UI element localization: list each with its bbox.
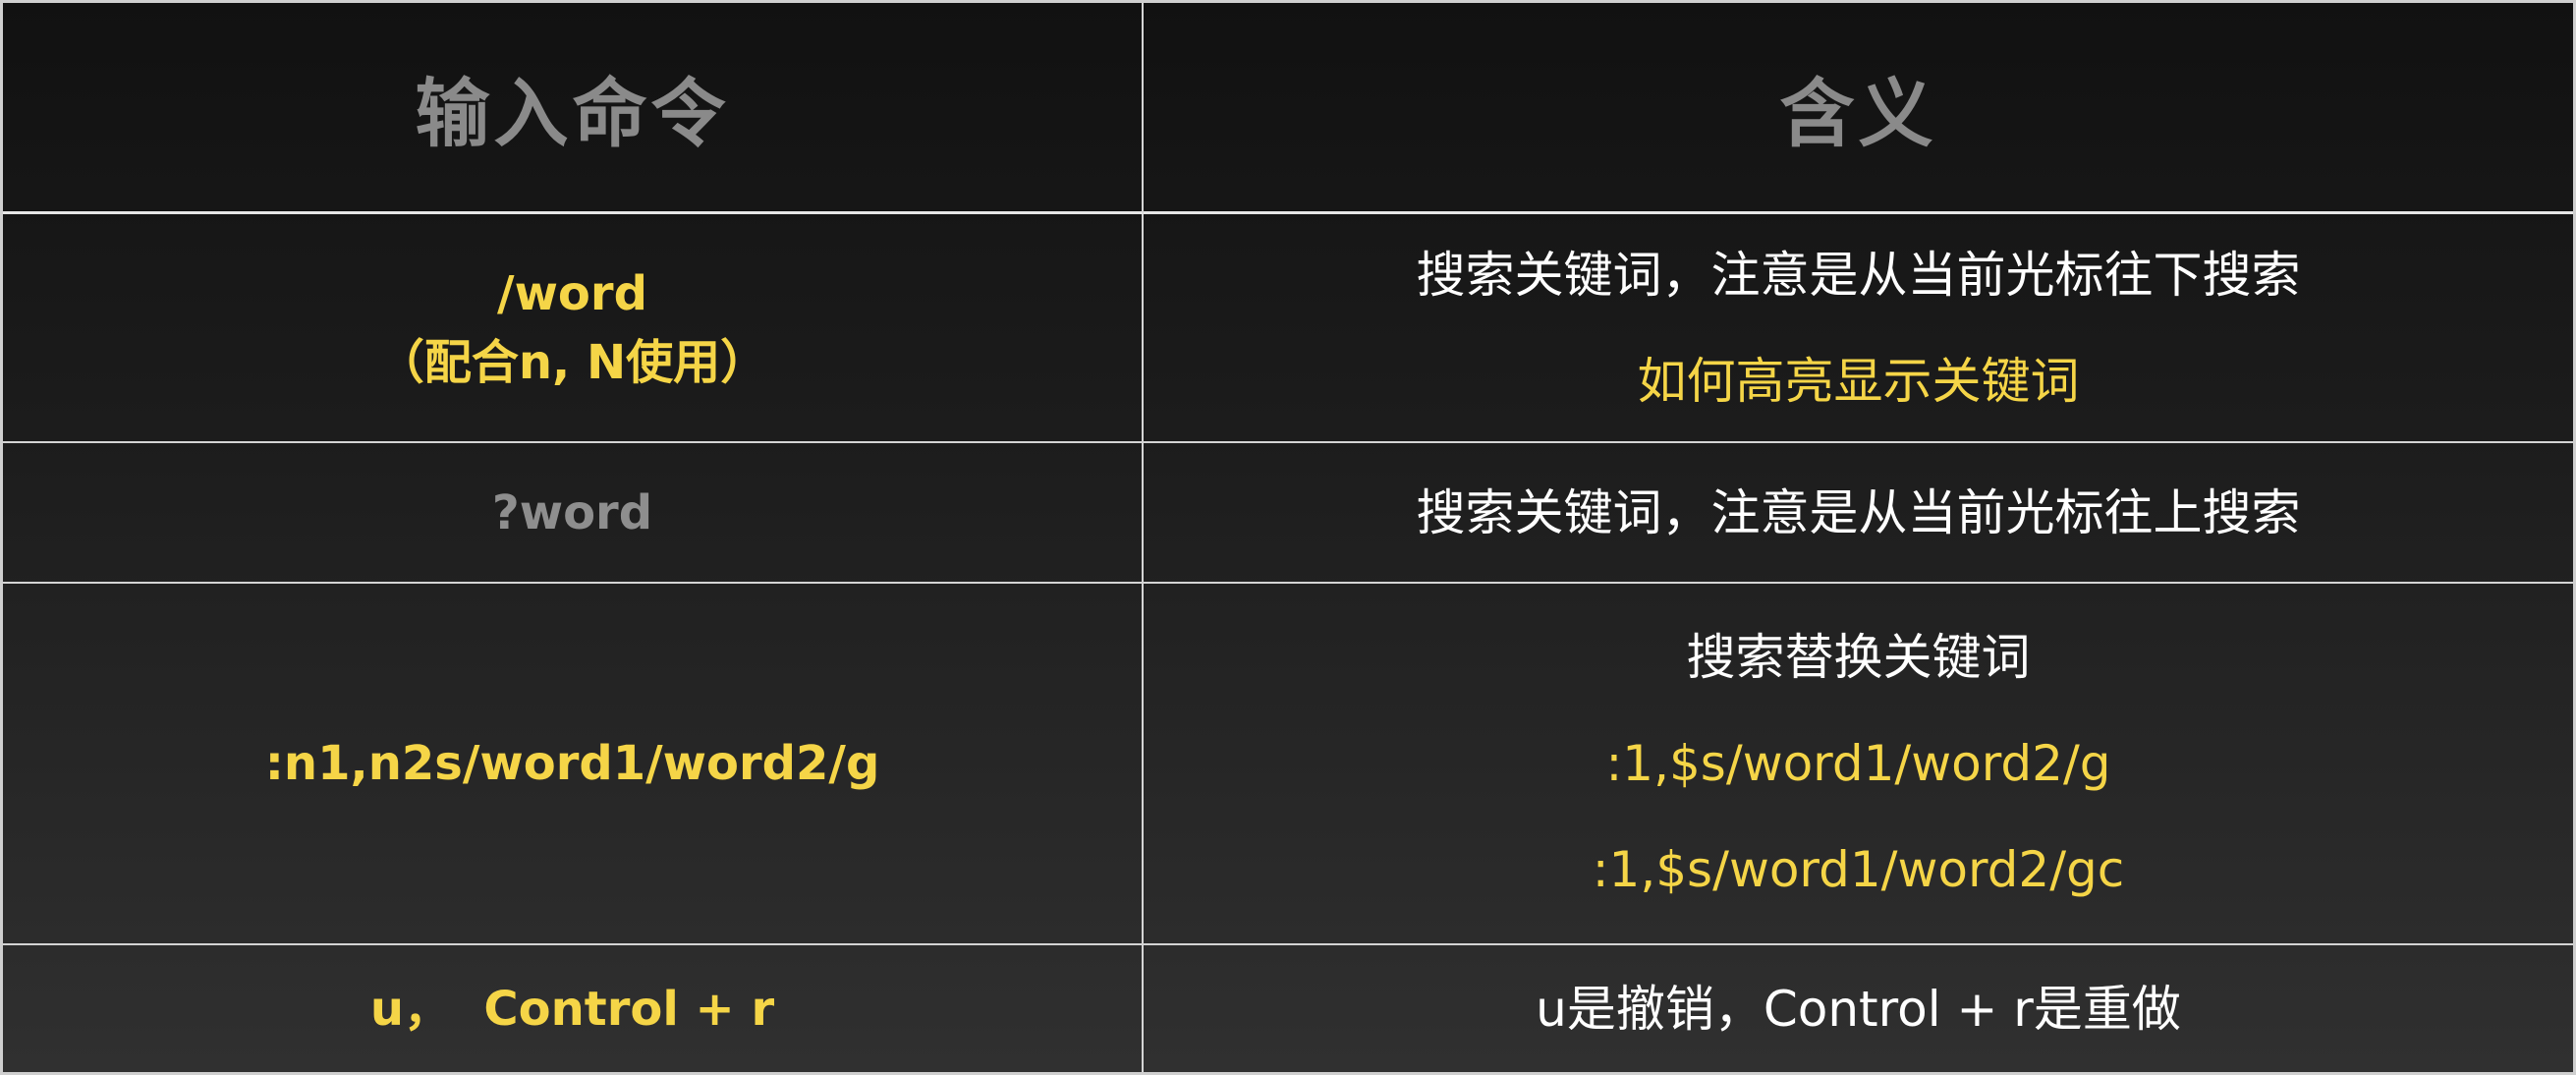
meaning-text: 搜索关键词，注意是从当前光标往上搜索 (1416, 483, 2301, 541)
meaning-text: u是撤销，Control + r是重做 (1536, 980, 2181, 1038)
table-row-2-meaning: 搜索关键词，注意是从当前光标往上搜索 (1144, 443, 2573, 584)
table-row-4-meaning: u是撤销，Control + r是重做 (1144, 945, 2573, 1072)
meaning-highlight-link: 如何高亮显示关键词 (1637, 352, 2080, 410)
table-row-2-command: ?word (3, 443, 1144, 584)
command-text: /word (497, 265, 647, 321)
header-meaning-label: 含义 (1779, 70, 1937, 157)
meaning-example-1: :1,$s/word1/word2/g (1605, 735, 2111, 792)
command-text: u， Control + r (369, 981, 775, 1037)
table-row-3-meaning: 搜索替换关键词 :1,$s/word1/word2/g :1,$s/word1/… (1144, 584, 2573, 945)
table-row-4-command: u， Control + r (3, 945, 1144, 1072)
meaning-example-2: :1,$s/word1/word2/gc (1592, 841, 2125, 898)
header-command-label: 输入命令 (415, 70, 730, 157)
header-meaning-cell: 含义 (1144, 3, 2573, 214)
table-row-1-meaning: 搜索关键词，注意是从当前光标往下搜索 如何高亮显示关键词 (1144, 214, 2573, 443)
meaning-text: 搜索替换关键词 (1686, 629, 2031, 686)
command-note: （配合n, N使用） (376, 334, 768, 390)
vim-search-commands-table: 输入命令 含义 /word （配合n, N使用） 搜索关键词，注意是从当前光标往… (0, 0, 2576, 1075)
header-command-cell: 输入命令 (3, 3, 1144, 214)
meaning-text: 搜索关键词，注意是从当前光标往下搜索 (1416, 246, 2301, 304)
command-text: :n1,n2s/word1/word2/g (264, 736, 880, 791)
command-text: ?word (491, 484, 653, 540)
table-row-3-command: :n1,n2s/word1/word2/g (3, 584, 1144, 945)
table-row-1-command: /word （配合n, N使用） (3, 214, 1144, 443)
